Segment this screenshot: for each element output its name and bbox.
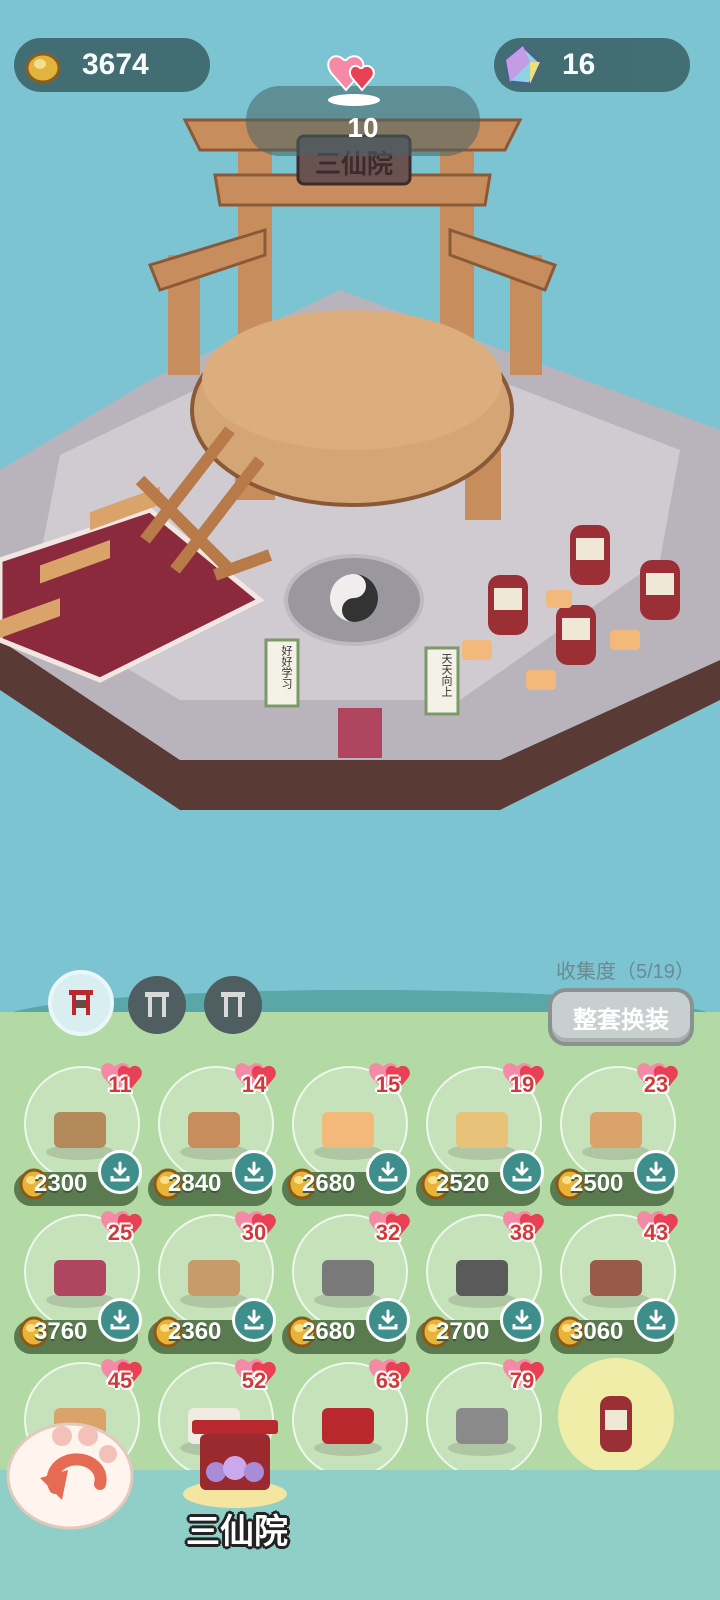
download-icon — [110, 1309, 130, 1330]
download-icon — [244, 1161, 264, 1182]
download-icon — [244, 1309, 264, 1330]
download-button[interactable] — [232, 1298, 276, 1342]
download-button[interactable] — [98, 1150, 142, 1194]
tab-set-red[interactable] — [48, 970, 114, 1036]
download-button[interactable] — [232, 1150, 276, 1194]
item-price: 2300 — [34, 1170, 88, 1197]
current-set-name: 三仙院 — [186, 1513, 288, 1551]
download-button[interactable] — [500, 1298, 544, 1342]
item-price: 2840 — [168, 1170, 222, 1197]
download-button[interactable] — [366, 1150, 410, 1194]
collection-progress: 收集度（5/19） — [556, 961, 695, 983]
item-heart-value: 45 — [107, 1368, 133, 1393]
furniture-item[interactable]: 15 2680 — [282, 1062, 414, 1206]
furniture-item[interactable]: 19 2520 — [416, 1062, 548, 1206]
furniture-item[interactable]: 11 2300 — [14, 1062, 146, 1206]
tab-set-gray-2[interactable] — [204, 976, 262, 1034]
item-heart-value: 79 — [509, 1368, 535, 1393]
furniture-item[interactable]: 25 3760 — [14, 1210, 146, 1354]
distiller-thumbnail — [600, 1396, 632, 1452]
item-heart-value: 52 — [241, 1368, 267, 1393]
furniture-item[interactable]: 43 3060 — [550, 1210, 682, 1354]
love-value: 10 — [347, 112, 379, 143]
download-icon — [512, 1309, 532, 1330]
item-heart-value: 30 — [241, 1220, 267, 1245]
gold-counter[interactable]: 3674 — [14, 38, 210, 92]
gray-gate-icon — [145, 992, 169, 1017]
item-heart-value: 14 — [241, 1072, 267, 1097]
download-button[interactable] — [634, 1150, 678, 1194]
back-paw-button[interactable] — [0, 1396, 150, 1536]
item-price: 2680 — [302, 1318, 356, 1345]
scroll-left-text: 好好学习 — [280, 645, 292, 689]
download-icon — [646, 1309, 666, 1330]
gold-ingot-icon — [25, 52, 61, 84]
gray-gate-icon — [221, 992, 245, 1017]
item-heart-value: 23 — [643, 1072, 669, 1097]
item-heart-value: 43 — [643, 1220, 669, 1245]
hearts-icon — [327, 55, 380, 106]
item-price: 3060 — [570, 1318, 624, 1345]
tab-set-gray-1[interactable] — [128, 976, 186, 1034]
item-price: 2680 — [302, 1170, 356, 1197]
item-price: 2700 — [436, 1318, 490, 1345]
download-button[interactable] — [634, 1298, 678, 1342]
item-price: 3760 — [34, 1318, 88, 1345]
download-button[interactable] — [366, 1298, 410, 1342]
download-icon — [378, 1161, 398, 1182]
furniture-item[interactable]: 38 2700 — [416, 1210, 548, 1354]
item-price: 2500 — [570, 1170, 624, 1197]
red-cushion — [338, 708, 382, 758]
gem-counter[interactable]: 16 — [494, 38, 690, 92]
item-heart-value: 15 — [375, 1072, 401, 1097]
current-set-icon[interactable] — [178, 1410, 292, 1510]
gold-value: 3674 — [82, 48, 149, 81]
download-icon — [646, 1161, 666, 1182]
furniture-item[interactable]: 14 2840 — [148, 1062, 280, 1206]
swap-full-set-button[interactable]: 整套换装 — [548, 988, 694, 1046]
furniture-item[interactable]: 32 2680 — [282, 1210, 414, 1354]
item-price: 2360 — [168, 1318, 222, 1345]
rainbow-gem-icon — [504, 44, 542, 86]
download-button[interactable] — [500, 1150, 544, 1194]
item-heart-value: 38 — [509, 1220, 535, 1245]
download-icon — [110, 1161, 130, 1182]
red-gate-icon — [69, 990, 93, 1015]
item-heart-value: 63 — [375, 1368, 401, 1393]
scroll-right-text: 天天向上 — [440, 653, 452, 697]
item-heart-value: 11 — [108, 1072, 132, 1097]
item-price: 2520 — [436, 1170, 490, 1197]
item-heart-value: 32 — [375, 1220, 401, 1245]
furniture-item[interactable]: 30 2360 — [148, 1210, 280, 1354]
item-heart-value: 19 — [509, 1072, 535, 1097]
furniture-item[interactable]: 23 2500 — [550, 1062, 682, 1206]
item-heart-value: 25 — [107, 1220, 133, 1245]
download-button[interactable] — [98, 1298, 142, 1342]
gem-value: 16 — [562, 48, 596, 81]
download-icon — [378, 1309, 398, 1330]
download-icon — [512, 1161, 532, 1182]
